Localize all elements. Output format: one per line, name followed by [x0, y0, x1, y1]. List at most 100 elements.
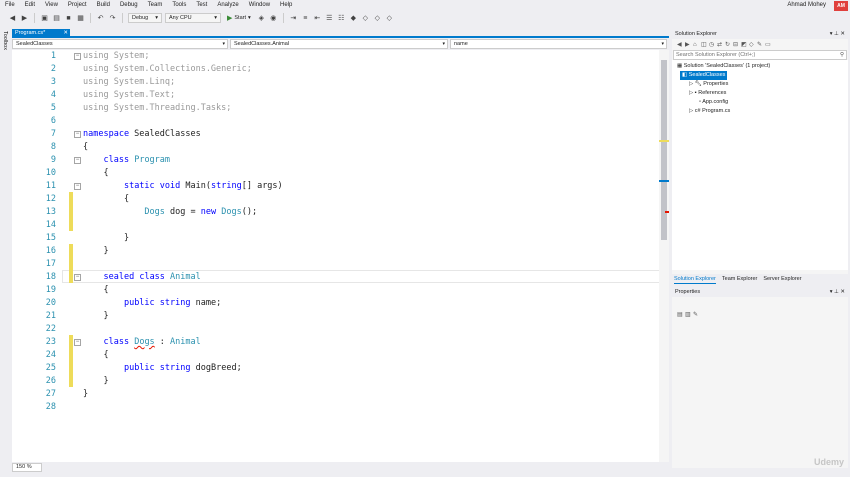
tree-item-app-config[interactable]: ▫ App.config	[699, 98, 728, 107]
menu-project[interactable]: Project	[63, 0, 92, 11]
home-icon[interactable]: ⌂	[693, 42, 699, 48]
collapse-all-icon[interactable]: ⊟	[733, 42, 739, 48]
tree-item-project[interactable]: ◧ SealedClasses	[680, 71, 728, 80]
bookmark-icon[interactable]: ◆	[349, 14, 358, 23]
tab-program-cs[interactable]: Program.cs* ✕	[12, 29, 70, 37]
menu-tools[interactable]: Tools	[167, 0, 191, 11]
code-editor[interactable]: 1 2 3 4 5 6 7 8 9 10 11 12 13 14 15 16 17 18 19 20 21 22 23 24 2…	[12, 50, 669, 462]
wrench-icon[interactable]: ✎	[757, 42, 763, 48]
avatar[interactable]: AM	[834, 1, 848, 11]
code-line: using System.Text;	[83, 90, 176, 100]
line-number: 25	[45, 363, 56, 373]
vertical-scrollbar[interactable]	[659, 50, 669, 462]
start-button[interactable]: ▶ Start ▾	[224, 14, 254, 22]
collapse-icon[interactable]: −	[74, 274, 81, 281]
navigation-bar: SealedClasses ▾ SealedClasses.Animal ▾ nam…	[12, 39, 669, 49]
preview-icon[interactable]: ▭	[765, 42, 771, 48]
line-number: 26	[45, 376, 56, 386]
tab-solution-explorer[interactable]: Solution Explorer	[674, 274, 716, 284]
collapse-icon[interactable]: −	[74, 183, 81, 190]
toolbox-strip[interactable]: Toolbox	[0, 27, 11, 477]
project-dropdown[interactable]: SealedClasses ▾	[12, 39, 228, 49]
forward-icon[interactable]: ▶	[685, 42, 691, 48]
member-dropdown[interactable]: name ▾	[450, 39, 667, 49]
collapse-icon[interactable]: −	[74, 339, 81, 346]
close-icon[interactable]: ✕	[840, 31, 845, 37]
search-input[interactable]: Search Solution Explorer (Ctrl+;) ⚲	[673, 50, 847, 60]
new-project-icon[interactable]: ▣	[40, 14, 49, 23]
menu-file[interactable]: File	[0, 0, 20, 11]
menu-view[interactable]: View	[40, 0, 63, 11]
pin-icon[interactable]: ▾ ⊥	[830, 31, 839, 37]
code-line: }	[83, 311, 109, 321]
code-line: class Dogs : Animal	[103, 337, 201, 347]
step-icon[interactable]: ⇥	[289, 14, 298, 23]
pin-icon[interactable]: ▾ ⊥	[830, 289, 839, 295]
line-number: 14	[45, 220, 56, 230]
sync-icon[interactable]: ⇄	[717, 42, 723, 48]
back-icon[interactable]: ◀	[8, 14, 17, 23]
tab-team-explorer[interactable]: Team Explorer	[722, 274, 757, 284]
close-icon[interactable]: ✕	[840, 289, 845, 295]
menu-window[interactable]: Window	[244, 0, 275, 11]
undo-icon[interactable]: ↶	[96, 14, 105, 23]
attach-icon[interactable]: ◉	[269, 14, 278, 23]
line-number: 18	[45, 272, 56, 282]
collapse-icon[interactable]: −	[74, 131, 81, 138]
uncomment-icon[interactable]: ☷	[337, 14, 346, 23]
menu-test[interactable]: Test	[191, 0, 212, 11]
tree-item-program-cs[interactable]: ▷ c# Program.cs	[689, 107, 730, 116]
indent-icon[interactable]: ⇤	[313, 14, 322, 23]
clear-bookmarks-icon[interactable]: ◇	[385, 14, 394, 23]
menu-edit[interactable]: Edit	[20, 0, 40, 11]
scrollbar-thumb[interactable]	[661, 60, 667, 240]
comment-icon[interactable]: ☰	[325, 14, 334, 23]
chevron-down-icon: ▾	[222, 41, 225, 47]
line-number: 8	[50, 142, 56, 152]
line-number: 16	[45, 246, 56, 256]
close-icon[interactable]: ✕	[63, 29, 68, 37]
refresh-icon[interactable]: ↻	[725, 42, 731, 48]
browser-link-icon[interactable]: ◈	[257, 14, 266, 23]
prev-bookmark-icon[interactable]: ◇	[361, 14, 370, 23]
wrench-icon[interactable]: ✎	[693, 312, 699, 318]
save-all-icon[interactable]: ▦	[76, 14, 85, 23]
properties-object-selector[interactable]	[672, 297, 848, 309]
platform-dropdown[interactable]: Any CPU ▾	[165, 13, 221, 23]
type-dropdown[interactable]: SealedClasses.Animal ▾	[230, 39, 448, 49]
tree-item-solution[interactable]: ▦ Solution 'SealedClasses' (1 project)	[677, 62, 770, 71]
format-icon[interactable]: ≡	[301, 14, 310, 23]
zoom-dropdown[interactable]: 150 %	[12, 462, 42, 472]
back-icon[interactable]: ◀	[677, 42, 683, 48]
vs-icon[interactable]: ◫	[701, 42, 707, 48]
redo-icon[interactable]: ↷	[108, 14, 117, 23]
toolbox-label[interactable]: Toolbox	[2, 31, 8, 50]
menu-team[interactable]: Team	[143, 0, 168, 11]
user-name[interactable]: Ahmad Mohey	[787, 0, 826, 11]
view-code-icon[interactable]: ◇	[749, 42, 755, 48]
collapse-icon[interactable]: −	[74, 157, 81, 164]
tree-item-properties[interactable]: ▷ 🔧︎ Properties	[689, 80, 728, 89]
line-number: 6	[50, 116, 56, 126]
line-number: 21	[45, 311, 56, 321]
code-line: {	[83, 285, 109, 295]
open-icon[interactable]: ▤	[52, 14, 61, 23]
menu-analyze[interactable]: Analyze	[212, 0, 243, 11]
menu-help[interactable]: Help	[275, 0, 297, 11]
tree-item-references[interactable]: ▷ ▪ References	[689, 89, 726, 98]
show-all-icon[interactable]: ◩	[741, 42, 747, 48]
menu-debug[interactable]: Debug	[115, 0, 143, 11]
collapse-icon[interactable]: −	[74, 53, 81, 60]
save-icon[interactable]: ■	[64, 14, 73, 23]
change-marker	[659, 140, 669, 142]
history-icon[interactable]: ◷	[709, 42, 715, 48]
categorized-icon[interactable]: ▤	[677, 312, 683, 318]
forward-icon[interactable]: ▶	[20, 14, 29, 23]
next-bookmark-icon[interactable]: ◇	[373, 14, 382, 23]
alphabetical-icon[interactable]: ▥	[685, 312, 691, 318]
code-line: using System.Collections.Generic;	[83, 64, 252, 74]
solution-config-dropdown[interactable]: Debug ▾	[128, 13, 162, 23]
tab-server-explorer[interactable]: Server Explorer	[763, 274, 801, 284]
menu-build[interactable]: Build	[92, 0, 115, 11]
code-line: sealed class Animal	[103, 272, 201, 282]
